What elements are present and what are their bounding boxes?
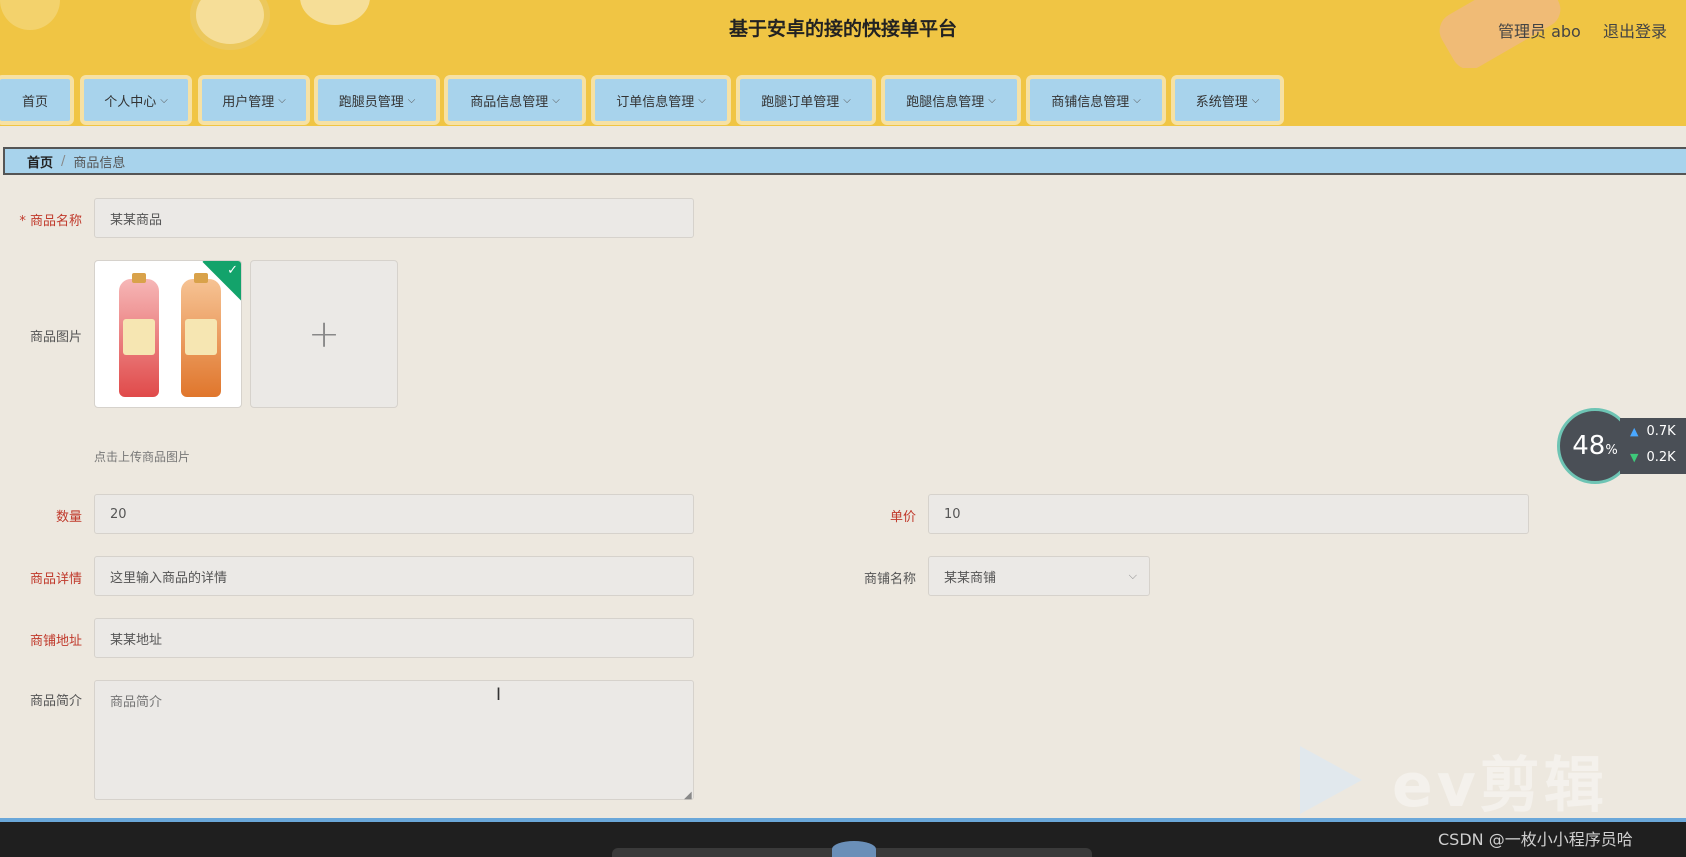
quantity-input[interactable]: 20 — [94, 494, 694, 534]
product-details-value: 这里输入商品的详情 — [110, 570, 228, 586]
quantity-label: 数量 — [55, 510, 82, 525]
product-details-input[interactable]: 这里输入商品的详情 — [94, 556, 694, 596]
nav-item-runner-management[interactable]: 跑腿员管理 ⌵ — [314, 75, 440, 125]
network-speed-panel: ▲ 0.7K ▼ 0.2K — [1620, 418, 1686, 474]
site-title: 基于安卓的接的快接单平台 — [728, 18, 957, 40]
product-image-thumbnail[interactable]: ✓ — [94, 260, 242, 408]
breadcrumb-separator: / — [61, 153, 66, 169]
product-bottle-image — [181, 273, 221, 397]
breadcrumb-current: 商品信息 — [73, 155, 126, 171]
product-details-label: 商品详情 — [29, 572, 82, 587]
nav-item-shop-management[interactable]: 商铺信息管理 ⌵ — [1026, 75, 1166, 125]
play-icon — [1300, 746, 1362, 814]
nav-item-label: 跑腿信息管理 — [906, 94, 985, 110]
product-name-label-text: 商品名称 — [29, 214, 82, 229]
admin-user-label[interactable]: 管理员 abo — [1498, 18, 1581, 42]
chevron-down-icon: ⌵ — [1133, 94, 1141, 106]
chevron-down-icon: ⌵ — [843, 94, 851, 106]
nav-item-home[interactable]: 首页 — [0, 75, 74, 125]
breadcrumb: 首页 / 商品信息 — [3, 147, 1686, 175]
shop-address-input[interactable]: 某某地址 — [94, 618, 694, 658]
shop-name-label: 商铺名称 — [863, 572, 916, 587]
csdn-watermark: CSDN @一枚小小程序员哈 — [1438, 830, 1633, 849]
nav-item-system-management[interactable]: 系统管理 ⌵ — [1171, 75, 1284, 125]
product-intro-textarea[interactable] — [94, 680, 694, 800]
main-nav: 首页 个人中心 ⌵ 用户管理 ⌵ 跑腿员管理 ⌵ 商品信息管理 ⌵ 订单信息管理 ⌵ 跑腿… — [0, 68, 1686, 126]
player-progress-handle[interactable] — [832, 841, 876, 857]
upload-hint: 点击上传商品图片 — [94, 450, 191, 464]
nav-item-label: 跑腿订单管理 — [761, 94, 840, 110]
shop-address-label: 商铺地址 — [29, 634, 82, 649]
arrow-down-icon: ▼ — [1630, 451, 1639, 464]
product-bottle-image — [119, 273, 159, 397]
upload-add-button[interactable]: + — [250, 260, 398, 408]
check-icon: ✓ — [227, 263, 238, 278]
chevron-down-icon: ⌵ — [552, 94, 560, 106]
product-name-label: * 商品名称 — [0, 210, 82, 229]
nav-item-personal-center[interactable]: 个人中心 ⌵ — [80, 75, 192, 125]
breadcrumb-home-link[interactable]: 首页 — [27, 152, 53, 171]
resize-handle-icon[interactable]: ◢ — [684, 790, 692, 801]
product-intro-label: 商品简介 — [29, 694, 82, 709]
required-asterisk: * — [19, 214, 30, 229]
price-label: 单价 — [889, 510, 916, 525]
upload-speed: 0.7K — [1646, 424, 1676, 439]
product-name-input[interactable]: 某某商品 — [94, 198, 694, 238]
shop-address-value: 某某地址 — [110, 632, 163, 648]
chevron-down-icon: ⌵ — [407, 94, 416, 106]
product-name-value: 某某商品 — [110, 212, 163, 228]
upload-speed-row: ▲ 0.7K — [1630, 424, 1676, 439]
nav-item-label: 个人中心 — [104, 94, 157, 110]
logout-link[interactable]: 退出登录 — [1603, 18, 1667, 42]
plus-icon: + — [308, 312, 340, 356]
ev-watermark-text: ev剪辑 — [1392, 750, 1608, 821]
price-value: 10 — [944, 506, 961, 522]
product-image-label: 商品图片 — [29, 330, 82, 345]
text-cursor-icon: I — [496, 685, 502, 705]
nav-item-label: 跑腿员管理 — [338, 94, 404, 110]
nav-item-order-management[interactable]: 订单信息管理 ⌵ — [591, 75, 731, 125]
arrow-up-icon: ▲ — [1630, 425, 1639, 438]
chevron-down-icon: ⌵ — [988, 94, 996, 106]
nav-item-product-management[interactable]: 商品信息管理 ⌵ — [444, 75, 586, 125]
shop-name-value: 某某商铺 — [944, 570, 997, 586]
nav-item-runner-info-management[interactable]: 跑腿信息管理 ⌵ — [881, 75, 1021, 125]
shop-name-select[interactable]: 某某商铺 ⌵ — [928, 556, 1150, 596]
chevron-down-icon: ⌵ — [278, 94, 286, 106]
chevron-down-icon: ⌵ — [1251, 94, 1260, 106]
percent-sign: % — [1605, 442, 1618, 458]
nav-item-label: 商品信息管理 — [470, 94, 549, 110]
chevron-down-icon: ⌵ — [698, 94, 706, 106]
nav-item-user-management[interactable]: 用户管理 ⌵ — [198, 75, 310, 125]
chevron-down-icon: ⌵ — [1128, 569, 1137, 582]
chevron-down-icon: ⌵ — [160, 94, 168, 106]
nav-item-label: 系统管理 — [1195, 94, 1248, 110]
price-input[interactable]: 10 — [928, 494, 1529, 534]
nav-item-label: 订单信息管理 — [616, 94, 695, 110]
nav-item-label: 首页 — [21, 94, 48, 110]
top-header: 基于安卓的接的快接单平台 管理员 abo 退出登录 — [0, 0, 1686, 68]
nav-item-runner-order-management[interactable]: 跑腿订单管理 ⌵ — [736, 75, 876, 125]
ev-watermark: ev剪辑 — [1300, 745, 1630, 821]
download-speed-row: ▼ 0.2K — [1630, 450, 1676, 465]
quantity-value: 20 — [110, 506, 127, 522]
download-speed: 0.2K — [1646, 450, 1676, 465]
usage-percent: 48 — [1572, 431, 1606, 461]
nav-item-label: 商铺信息管理 — [1051, 94, 1130, 110]
nav-item-label: 用户管理 — [222, 94, 275, 110]
